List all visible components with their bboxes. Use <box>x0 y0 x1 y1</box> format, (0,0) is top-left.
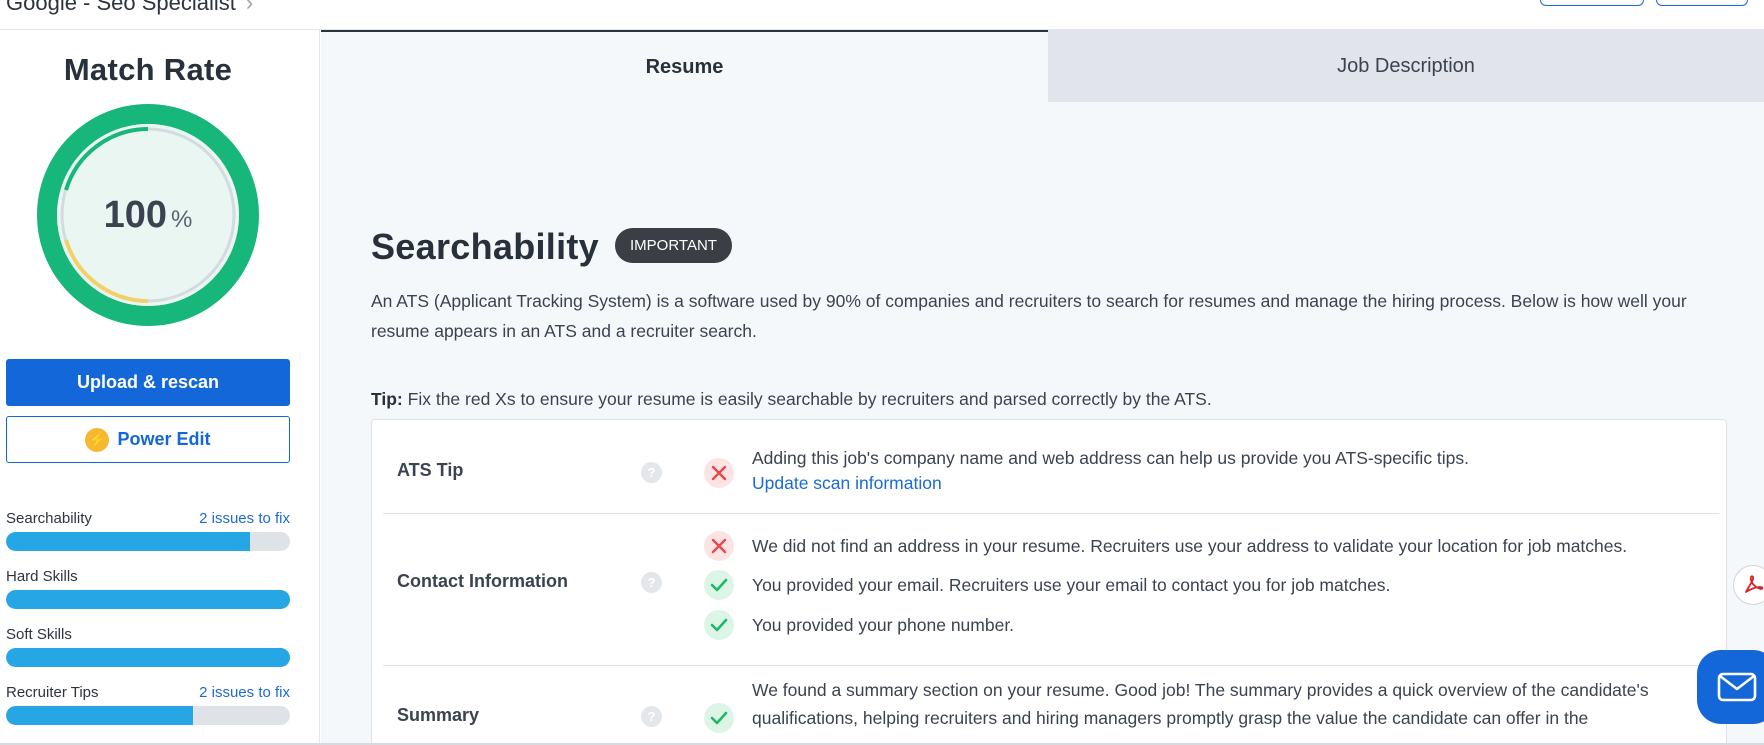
bolt-icon: ⚡ <box>85 427 110 452</box>
metric-progress-fill <box>6 648 290 667</box>
breadcrumb[interactable]: Google - Seo Specialist › <box>6 0 253 16</box>
metric-label: Soft Skills <box>6 626 72 643</box>
help-icon[interactable]: ? <box>641 706 662 727</box>
metric-progress-fill <box>6 532 251 551</box>
breadcrumb-title[interactable]: Google - Seo Specialist <box>6 0 236 15</box>
row-category-ats-tip: ATS Tip <box>397 460 464 480</box>
power-edit-button[interactable]: ⚡ Power Edit <box>6 416 290 463</box>
match-rate-number: 100 <box>103 194 168 236</box>
metric-hard-skills[interactable]: Hard Skills <box>6 568 290 609</box>
header-button-1[interactable] <box>1540 0 1644 6</box>
check-icon <box>704 570 734 600</box>
x-icon <box>704 531 734 561</box>
metric-progress-fill <box>6 706 194 725</box>
section-title: Searchability <box>371 226 600 267</box>
update-scan-link[interactable]: Update scan information <box>752 473 942 494</box>
tip-text: Fix the red Xs to ensure your resume is … <box>407 389 1212 409</box>
top-header: Google - Seo Specialist › <box>0 0 1764 30</box>
important-badge: IMPORTANT <box>615 228 732 263</box>
metric-label: Searchability <box>6 510 92 527</box>
metric-soft-skills[interactable]: Soft Skills <box>6 626 290 667</box>
tab-bar: Resume Job Description <box>321 30 1764 102</box>
metric-progress-fill <box>6 590 290 609</box>
metric-searchability[interactable]: Searchability 2 issues to fix <box>6 510 290 551</box>
contact-email-message: You provided your email. Recruiters use … <box>752 575 1391 595</box>
summary-message: We found a summary section on your resum… <box>752 680 1649 728</box>
row-divider <box>383 665 1719 666</box>
match-rate-value: 100% <box>37 194 259 237</box>
tab-resume[interactable]: Resume <box>321 30 1048 102</box>
check-icon <box>704 703 734 733</box>
metric-issues-link[interactable]: 2 issues to fix <box>199 684 290 701</box>
metric-issues-link[interactable]: 2 issues to fix <box>199 510 290 527</box>
contact-address-message: We did not find an address in your resum… <box>752 536 1628 556</box>
metric-progress-bar <box>6 590 290 609</box>
section-tip: Tip: Fix the red Xs to ensure your resum… <box>371 389 1212 410</box>
ats-tip-message: Adding this job's company name and web a… <box>752 448 1470 468</box>
match-rate-title: Match Rate <box>63 52 233 87</box>
metric-label: Recruiter Tips <box>6 684 99 701</box>
header-button-2[interactable] <box>1656 0 1748 6</box>
x-icon <box>704 458 734 488</box>
sidebar: Match Rate 100% Upload & rescan ⚡ Power … <box>0 30 320 745</box>
mail-icon[interactable] <box>1697 650 1764 724</box>
row-category-summary: Summary <box>397 705 480 725</box>
check-icon <box>704 610 734 640</box>
help-icon[interactable]: ? <box>641 572 662 593</box>
upload-rescan-button[interactable]: Upload & rescan <box>6 359 290 406</box>
metric-label: Hard Skills <box>6 568 78 585</box>
metric-progress-bar <box>6 706 290 725</box>
metric-progress-bar <box>6 648 290 667</box>
power-edit-label: Power Edit <box>117 429 211 449</box>
tip-label: Tip: <box>371 389 403 409</box>
row-category-contact: Contact Information <box>397 571 568 591</box>
searchability-card: ATS Tip ? Adding this job's company name… <box>371 419 1727 745</box>
metric-progress-bar <box>6 532 290 551</box>
section-description: An ATS (Applicant Tracking System) is a … <box>371 291 1687 341</box>
metric-recruiter-tips[interactable]: Recruiter Tips 2 issues to fix <box>6 684 290 725</box>
chevron-right-icon: › <box>245 0 254 15</box>
tab-job-description[interactable]: Job Description <box>1048 30 1764 102</box>
main-content: Resume Job Description Searchability IMP… <box>321 30 1764 745</box>
row-divider <box>383 513 1719 514</box>
contact-phone-message: You provided your phone number. <box>752 615 1015 635</box>
match-rate-unit: % <box>171 206 193 233</box>
help-icon[interactable]: ? <box>641 462 662 483</box>
